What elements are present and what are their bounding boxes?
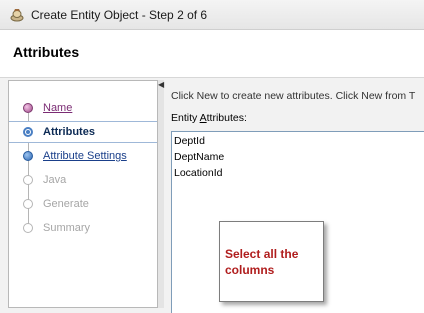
nav-step-attributes[interactable]: Attributes xyxy=(9,121,157,143)
nav-step-generate: Generate xyxy=(9,194,157,216)
nav-step-label: Summary xyxy=(43,222,91,234)
list-item[interactable]: DeptName xyxy=(174,151,224,163)
label-mnemonic: A xyxy=(199,112,207,124)
nav-step-name[interactable]: Name xyxy=(9,98,157,120)
title-bar: Create Entity Object - Step 2 of 6 xyxy=(0,0,424,30)
entity-attributes-label: Entity Attributes: xyxy=(171,112,247,124)
instructions-text: Click New to create new attributes. Clic… xyxy=(171,90,416,102)
nav-step-label: Attributes xyxy=(43,126,95,138)
nav-step-java: Java xyxy=(9,170,157,192)
list-item[interactable]: LocationId xyxy=(174,167,222,179)
label-prefix: Entity xyxy=(171,112,200,124)
disabled-step-icon xyxy=(23,223,33,233)
disabled-step-icon xyxy=(23,175,33,185)
current-step-icon xyxy=(23,127,33,137)
nav-step-label: Java xyxy=(43,174,67,186)
nav-step-attribute-settings[interactable]: Attribute Settings xyxy=(9,146,157,168)
collapse-arrow-icon[interactable]: ◀ xyxy=(158,81,164,89)
list-item[interactable]: DeptId xyxy=(174,135,205,147)
panel-splitter[interactable]: ◀ xyxy=(158,80,164,308)
nav-step-label: Generate xyxy=(43,198,89,210)
nav-step-label[interactable]: Name xyxy=(43,102,72,114)
nav-step-summary: Summary xyxy=(9,218,157,240)
visited-step-icon xyxy=(23,103,33,113)
page-title: Attributes xyxy=(13,44,80,60)
window-title: Create Entity Object - Step 2 of 6 xyxy=(31,8,208,22)
wizard-content: Name Attributes Attribute Settings Java … xyxy=(0,78,424,313)
next-step-icon xyxy=(23,151,33,161)
wizard-header: Attributes xyxy=(0,30,424,78)
entity-object-app-icon xyxy=(10,9,24,22)
nav-step-label[interactable]: Attribute Settings xyxy=(43,150,127,162)
wizard-step-nav: Name Attributes Attribute Settings Java … xyxy=(8,80,158,308)
annotation-callout: Select all the columns xyxy=(219,221,324,302)
callout-text: Select all the columns xyxy=(225,247,299,277)
disabled-step-icon xyxy=(23,199,33,209)
label-rest: ttributes: xyxy=(206,112,247,124)
